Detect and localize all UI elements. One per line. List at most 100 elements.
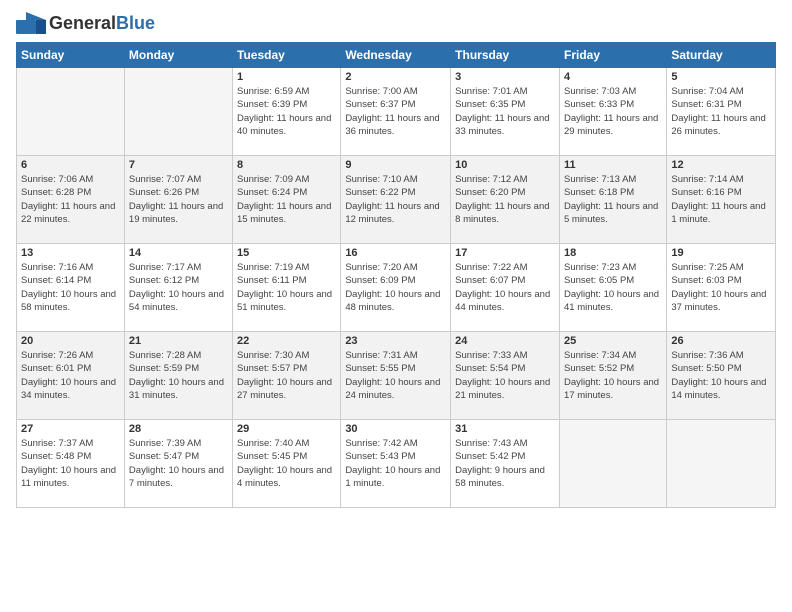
day-cell: 4 Sunrise: 7:03 AMSunset: 6:33 PMDaylight… (559, 68, 666, 156)
day-cell: 5 Sunrise: 7:04 AMSunset: 6:31 PMDaylight… (667, 68, 776, 156)
day-number: 4 (564, 71, 662, 83)
day-cell: 21 Sunrise: 7:28 AMSunset: 5:59 PMDayligh… (124, 332, 232, 420)
day-info: Sunrise: 7:17 AMSunset: 6:12 PMDaylight:… (129, 261, 228, 314)
day-number: 9 (345, 159, 446, 171)
day-number: 29 (237, 423, 336, 435)
day-number: 8 (237, 159, 336, 171)
day-number: 25 (564, 335, 662, 347)
day-info: Sunrise: 7:37 AMSunset: 5:48 PMDaylight:… (21, 437, 120, 490)
day-cell: 3 Sunrise: 7:01 AMSunset: 6:35 PMDaylight… (451, 68, 560, 156)
day-number: 21 (129, 335, 228, 347)
day-info: Sunrise: 7:07 AMSunset: 6:26 PMDaylight:… (129, 173, 228, 226)
day-info: Sunrise: 7:22 AMSunset: 6:07 PMDaylight:… (455, 261, 555, 314)
day-info: Sunrise: 7:13 AMSunset: 6:18 PMDaylight:… (564, 173, 662, 226)
week-row-2: 13 Sunrise: 7:16 AMSunset: 6:14 PMDayligh… (17, 244, 776, 332)
day-info: Sunrise: 7:00 AMSunset: 6:37 PMDaylight:… (345, 85, 446, 138)
day-info: Sunrise: 7:34 AMSunset: 5:52 PMDaylight:… (564, 349, 662, 402)
day-cell: 17 Sunrise: 7:22 AMSunset: 6:07 PMDayligh… (451, 244, 560, 332)
day-number: 19 (671, 247, 771, 259)
day-number: 31 (455, 423, 555, 435)
day-number: 24 (455, 335, 555, 347)
day-info: Sunrise: 6:59 AMSunset: 6:39 PMDaylight:… (237, 85, 336, 138)
day-info: Sunrise: 7:20 AMSunset: 6:09 PMDaylight:… (345, 261, 446, 314)
day-cell: 2Sunrise: 7:00 AMSunset: 6:37 PMDaylight… (341, 68, 451, 156)
day-number: 28 (129, 423, 228, 435)
day-cell: 6Sunrise: 7:06 AMSunset: 6:28 PMDaylight… (17, 156, 125, 244)
day-cell: 11 Sunrise: 7:13 AMSunset: 6:18 PMDayligh… (559, 156, 666, 244)
day-cell (559, 420, 666, 508)
day-number: 3 (455, 71, 555, 83)
day-cell: 9Sunrise: 7:10 AMSunset: 6:22 PMDaylight… (341, 156, 451, 244)
day-info: Sunrise: 7:23 AMSunset: 6:05 PMDaylight:… (564, 261, 662, 314)
day-number: 18 (564, 247, 662, 259)
page: GeneralBlue SundayMondayTuesdayWednesday… (0, 0, 792, 612)
day-info: Sunrise: 7:03 AMSunset: 6:33 PMDaylight:… (564, 85, 662, 138)
day-info: Sunrise: 7:12 AMSunset: 6:20 PMDaylight:… (455, 173, 555, 226)
day-cell: 19 Sunrise: 7:25 AMSunset: 6:03 PMDayligh… (667, 244, 776, 332)
day-info: Sunrise: 7:30 AMSunset: 5:57 PMDaylight:… (237, 349, 336, 402)
day-cell: 26 Sunrise: 7:36 AMSunset: 5:50 PMDayligh… (667, 332, 776, 420)
day-cell: 14 Sunrise: 7:17 AMSunset: 6:12 PMDayligh… (124, 244, 232, 332)
day-number: 13 (21, 247, 120, 259)
day-cell: 29 Sunrise: 7:40 AMSunset: 5:45 PMDayligh… (233, 420, 341, 508)
day-info: Sunrise: 7:39 AMSunset: 5:47 PMDaylight:… (129, 437, 228, 490)
day-cell: 20Sunrise: 7:26 AMSunset: 6:01 PMDayligh… (17, 332, 125, 420)
day-info: Sunrise: 7:40 AMSunset: 5:45 PMDaylight:… (237, 437, 336, 490)
day-info: Sunrise: 7:43 AMSunset: 5:42 PMDaylight:… (455, 437, 555, 490)
day-number: 14 (129, 247, 228, 259)
day-cell: 7 Sunrise: 7:07 AMSunset: 6:26 PMDaylight… (124, 156, 232, 244)
day-cell: 25 Sunrise: 7:34 AMSunset: 5:52 PMDayligh… (559, 332, 666, 420)
day-cell: 16Sunrise: 7:20 AMSunset: 6:09 PMDayligh… (341, 244, 451, 332)
day-cell: 18 Sunrise: 7:23 AMSunset: 6:05 PMDayligh… (559, 244, 666, 332)
day-number: 11 (564, 159, 662, 171)
logo-general: GeneralBlue (49, 13, 155, 34)
day-cell: 27Sunrise: 7:37 AMSunset: 5:48 PMDayligh… (17, 420, 125, 508)
day-info: Sunrise: 7:01 AMSunset: 6:35 PMDaylight:… (455, 85, 555, 138)
day-cell: 13 Sunrise: 7:16 AMSunset: 6:14 PMDayligh… (17, 244, 125, 332)
day-cell: 10 Sunrise: 7:12 AMSunset: 6:20 PMDayligh… (451, 156, 560, 244)
day-info: Sunrise: 7:16 AMSunset: 6:14 PMDaylight:… (21, 261, 120, 314)
day-number: 7 (129, 159, 228, 171)
weekday-tuesday: Tuesday (233, 43, 341, 68)
weekday-header: SundayMondayTuesdayWednesdayThursdayFrid… (17, 43, 776, 68)
day-cell: 15 Sunrise: 7:19 AMSunset: 6:11 PMDayligh… (233, 244, 341, 332)
day-cell: 30 Sunrise: 7:42 AMSunset: 5:43 PMDayligh… (341, 420, 451, 508)
weekday-sunday: Sunday (17, 43, 125, 68)
day-info: Sunrise: 7:33 AMSunset: 5:54 PMDaylight:… (455, 349, 555, 402)
weekday-monday: Monday (124, 43, 232, 68)
day-info: Sunrise: 7:28 AMSunset: 5:59 PMDaylight:… (129, 349, 228, 402)
day-info: Sunrise: 7:14 AMSunset: 6:16 PMDaylight:… (671, 173, 771, 226)
day-cell: 24 Sunrise: 7:33 AMSunset: 5:54 PMDayligh… (451, 332, 560, 420)
day-number: 26 (671, 335, 771, 347)
calendar-body: 1 Sunrise: 6:59 AMSunset: 6:39 PMDaylight… (17, 68, 776, 508)
day-info: Sunrise: 7:09 AMSunset: 6:24 PMDaylight:… (237, 173, 336, 226)
day-number: 10 (455, 159, 555, 171)
day-cell: 12Sunrise: 7:14 AMSunset: 6:16 PMDayligh… (667, 156, 776, 244)
day-number: 17 (455, 247, 555, 259)
day-cell: 1 Sunrise: 6:59 AMSunset: 6:39 PMDaylight… (233, 68, 341, 156)
calendar: SundayMondayTuesdayWednesdayThursdayFrid… (16, 42, 776, 508)
day-cell: 22Sunrise: 7:30 AMSunset: 5:57 PMDayligh… (233, 332, 341, 420)
day-number: 1 (237, 71, 336, 83)
day-cell (124, 68, 232, 156)
day-info: Sunrise: 7:26 AMSunset: 6:01 PMDaylight:… (21, 349, 120, 402)
week-row-3: 20Sunrise: 7:26 AMSunset: 6:01 PMDayligh… (17, 332, 776, 420)
day-info: Sunrise: 7:19 AMSunset: 6:11 PMDaylight:… (237, 261, 336, 314)
day-info: Sunrise: 7:06 AMSunset: 6:28 PMDaylight:… (21, 173, 120, 226)
day-info: Sunrise: 7:04 AMSunset: 6:31 PMDaylight:… (671, 85, 771, 138)
day-info: Sunrise: 7:31 AMSunset: 5:55 PMDaylight:… (345, 349, 446, 402)
weekday-wednesday: Wednesday (341, 43, 451, 68)
day-info: Sunrise: 7:36 AMSunset: 5:50 PMDaylight:… (671, 349, 771, 402)
day-cell: 8 Sunrise: 7:09 AMSunset: 6:24 PMDaylight… (233, 156, 341, 244)
week-row-1: 6Sunrise: 7:06 AMSunset: 6:28 PMDaylight… (17, 156, 776, 244)
day-info: Sunrise: 7:25 AMSunset: 6:03 PMDaylight:… (671, 261, 771, 314)
day-cell: 28 Sunrise: 7:39 AMSunset: 5:47 PMDayligh… (124, 420, 232, 508)
header: GeneralBlue (16, 12, 776, 34)
day-cell (17, 68, 125, 156)
day-number: 30 (345, 423, 446, 435)
day-number: 23 (345, 335, 446, 347)
day-number: 5 (671, 71, 771, 83)
day-info: Sunrise: 7:42 AMSunset: 5:43 PMDaylight:… (345, 437, 446, 490)
logo-icon (16, 12, 46, 34)
day-number: 15 (237, 247, 336, 259)
